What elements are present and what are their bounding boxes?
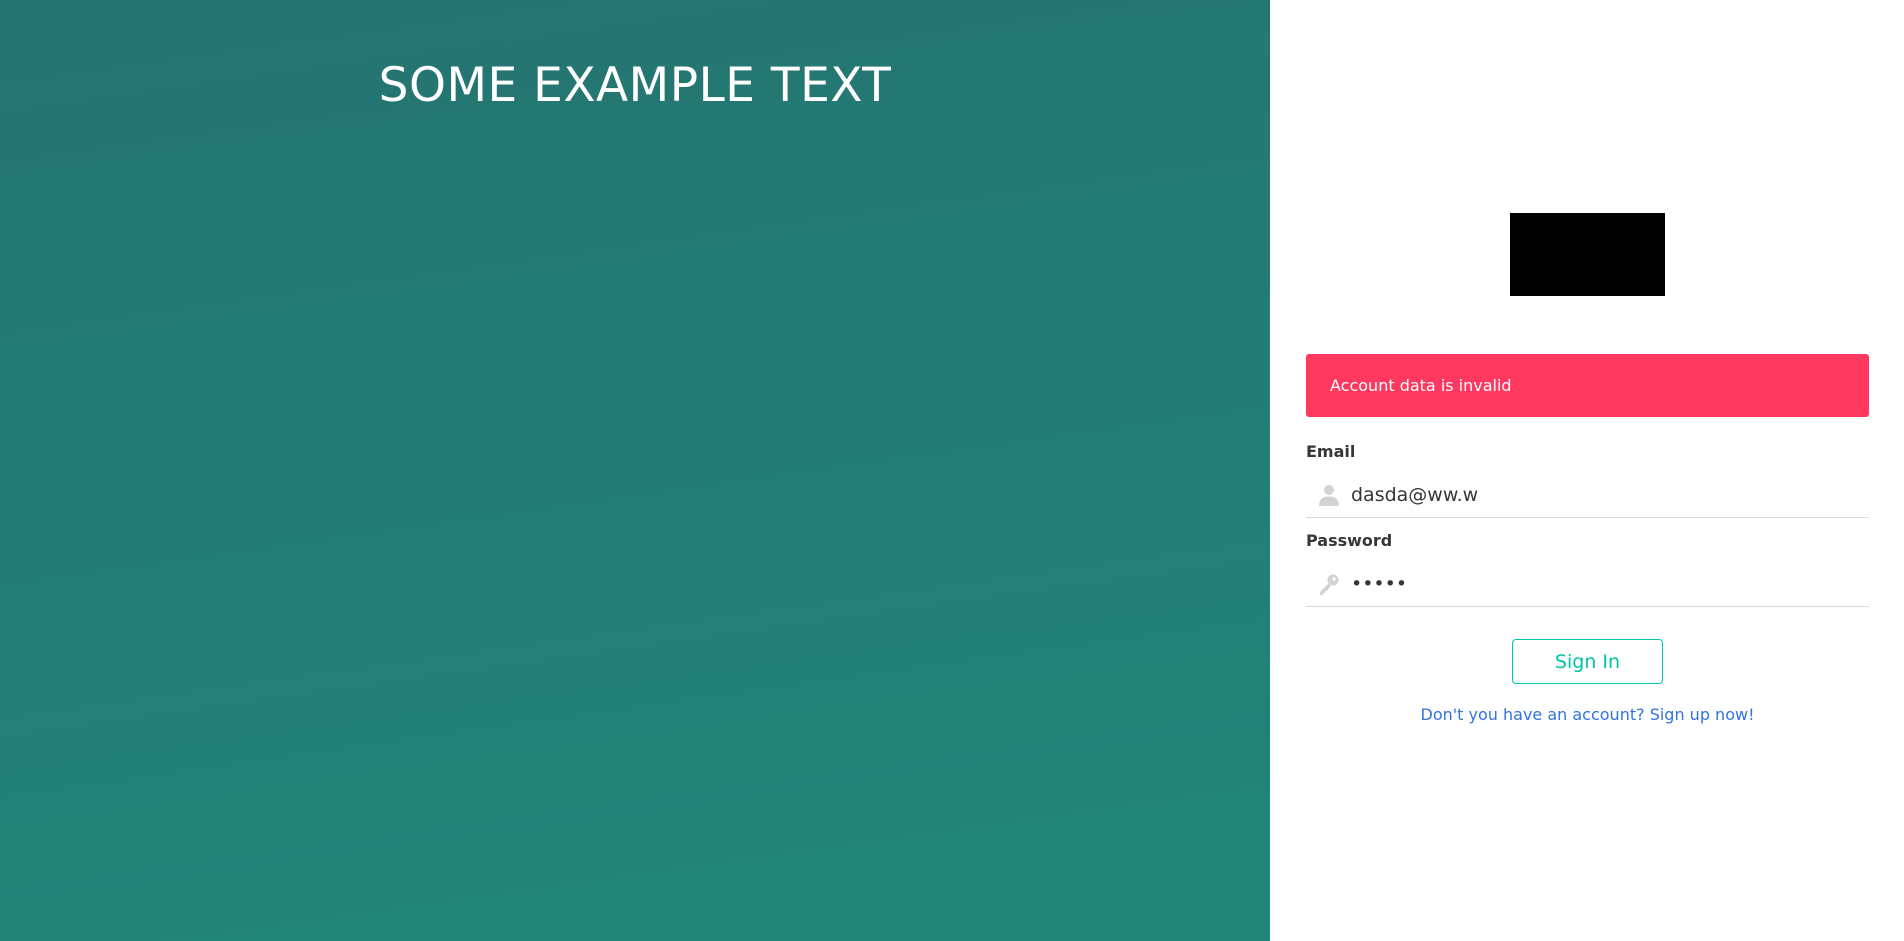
password-field [1306,561,1869,607]
hero-title: SOME EXAMPLE TEXT [378,58,892,113]
email-input[interactable] [1351,472,1861,518]
error-message: Account data is invalid [1330,376,1512,395]
password-label: Password [1306,531,1393,550]
email-field [1306,472,1869,518]
hero-panel: SOME EXAMPLE TEXT [0,0,1270,941]
password-input[interactable] [1351,561,1861,607]
login-panel [1270,0,1904,941]
sign-up-link[interactable]: Don't you have an account? Sign up now! [1306,705,1869,724]
logo-image [1510,213,1665,296]
sign-in-button[interactable]: Sign In [1512,639,1663,684]
key-icon [1317,572,1341,596]
user-icon [1317,483,1341,507]
email-label: Email [1306,442,1356,461]
login-page: SOME EXAMPLE TEXT Account data is invali… [0,0,1904,941]
error-alert: Account data is invalid [1306,354,1869,417]
